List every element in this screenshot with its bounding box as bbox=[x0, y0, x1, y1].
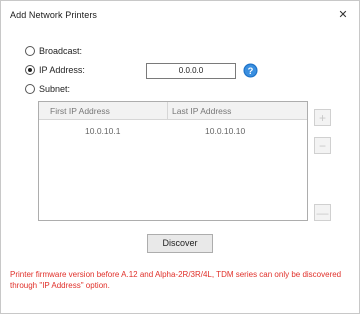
last-ip-cell: 10.0.10.10 bbox=[205, 126, 246, 136]
add-range-button[interactable]: + bbox=[314, 109, 331, 126]
discover-button[interactable]: Discover bbox=[147, 234, 213, 253]
subnet-option[interactable]: Subnet: bbox=[25, 83, 70, 95]
subnet-table: First IP Address Last IP Address 10.0.10… bbox=[38, 101, 308, 221]
add-network-printers-dialog: Add Network Printers ✕ Broadcast: IP Add… bbox=[0, 0, 360, 314]
column-divider bbox=[167, 102, 168, 119]
table-row[interactable]: 10.0.10.1 10.0.10.10 bbox=[39, 120, 307, 140]
subnet-radio[interactable] bbox=[25, 84, 35, 94]
firmware-note: Printer firmware version before A.12 and… bbox=[10, 270, 342, 290]
broadcast-radio[interactable] bbox=[25, 46, 35, 56]
broadcast-option[interactable]: Broadcast: bbox=[25, 45, 82, 57]
ip-address-option[interactable]: IP Address: bbox=[25, 64, 85, 76]
close-button[interactable]: ✕ bbox=[335, 7, 351, 23]
ip-address-label: IP Address: bbox=[39, 65, 85, 75]
table-header: First IP Address Last IP Address bbox=[39, 102, 307, 120]
help-icon[interactable]: ? bbox=[243, 63, 258, 78]
ip-address-input[interactable]: 0.0.0.0 bbox=[146, 63, 236, 79]
svg-text:?: ? bbox=[248, 66, 254, 76]
title-bar: Add Network Printers ✕ bbox=[1, 1, 359, 31]
ip-address-radio[interactable] bbox=[25, 65, 35, 75]
remove-range-button[interactable]: − bbox=[314, 137, 331, 154]
clear-ranges-button[interactable]: — bbox=[314, 204, 331, 221]
column-header-last-ip: Last IP Address bbox=[172, 106, 232, 116]
first-ip-cell: 10.0.10.1 bbox=[85, 126, 121, 136]
dialog-title: Add Network Printers bbox=[10, 10, 98, 20]
column-header-first-ip: First IP Address bbox=[50, 106, 110, 116]
subnet-label: Subnet: bbox=[39, 84, 71, 94]
broadcast-label: Broadcast: bbox=[39, 46, 83, 56]
